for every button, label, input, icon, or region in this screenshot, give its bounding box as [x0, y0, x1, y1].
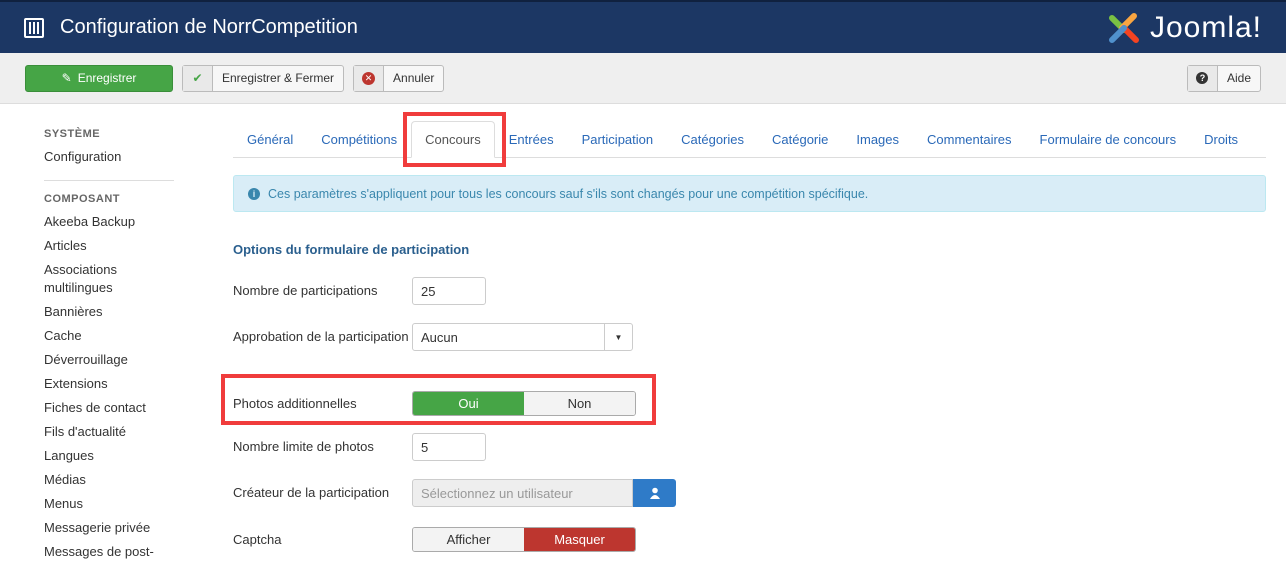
- help-button[interactable]: ? Aide: [1186, 64, 1261, 92]
- label-creator: Créateur de la participation: [233, 485, 390, 500]
- check-icon: ✔: [183, 65, 213, 91]
- question-icon: ?: [1187, 65, 1218, 91]
- sidebar-item[interactable]: Déverrouillage: [44, 351, 174, 369]
- sidebar-item[interactable]: Fiches de contact: [44, 399, 174, 417]
- tab-commentaires[interactable]: Commentaires: [913, 132, 1026, 157]
- cancel-icon: ✕: [354, 65, 385, 91]
- sidebar-item[interactable]: Extensions: [44, 375, 174, 393]
- page-title: Configuration de NorrCompetition: [60, 16, 358, 38]
- info-alert: i Ces paramètres s'appliquent pour tous l…: [233, 175, 1266, 212]
- sidebar-item[interactable]: Langues: [44, 447, 174, 465]
- photo-limit-input[interactable]: 5: [412, 433, 486, 461]
- sidebar-heading-component: COMPOSANT: [44, 193, 120, 205]
- creator-input[interactable]: Sélectionnez un utilisateur: [412, 479, 633, 507]
- tab-cat-gories[interactable]: Catégories: [667, 132, 758, 157]
- tab-images[interactable]: Images: [842, 132, 913, 157]
- sidebar-item[interactable]: Messages de post-: [44, 543, 174, 561]
- captcha-toggle: Afficher Masquer: [412, 527, 636, 552]
- joomla-logo: Joomla!: [1104, 8, 1262, 48]
- tab-formulaire-de-concours[interactable]: Formulaire de concours: [1026, 132, 1191, 157]
- tab-cat-gorie[interactable]: Catégorie: [758, 132, 842, 157]
- label-captcha: Captcha: [233, 531, 282, 547]
- tab-participation[interactable]: Participation: [568, 132, 668, 157]
- cancel-button[interactable]: ✕ Annuler: [353, 64, 445, 92]
- captcha-show-option[interactable]: Afficher: [413, 528, 524, 551]
- sidebar-item[interactable]: Fils d'actualité: [44, 423, 174, 441]
- sidebar-item[interactable]: Menus: [44, 495, 174, 513]
- tab-g-n-ral[interactable]: Général: [233, 132, 307, 157]
- save-button[interactable]: ✎ Enregistrer: [25, 64, 173, 92]
- sidebar-item[interactable]: Cache: [44, 327, 174, 345]
- save-close-button[interactable]: ✔ Enregistrer & Fermer: [182, 64, 345, 92]
- sidebar-item[interactable]: Articles: [44, 237, 174, 255]
- nb-participations-input[interactable]: 25: [412, 277, 486, 305]
- divider: [44, 180, 174, 181]
- sidebar-item-configuration[interactable]: Configuration: [44, 148, 174, 166]
- label-approval: Approbation de la participation: [233, 329, 409, 344]
- sidebar: SYSTÈME Configuration COMPOSANT Akeeba B…: [44, 120, 174, 567]
- sidebar-item[interactable]: Bannières: [44, 303, 174, 321]
- approval-select[interactable]: Aucun ▼: [412, 323, 633, 351]
- sidebar-item[interactable]: Messagerie privée: [44, 519, 174, 537]
- options-icon: [24, 17, 44, 38]
- label-photo-limit: Nombre limite de photos: [233, 439, 374, 454]
- tab-droits[interactable]: Droits: [1190, 132, 1252, 157]
- tab-bar: Général Compétitions Concours Entrées Partic…: [233, 120, 1266, 158]
- info-icon: i: [248, 187, 260, 200]
- select-user-button[interactable]: [633, 479, 676, 507]
- tab-comp-titions[interactable]: Compétitions: [307, 132, 411, 157]
- header: Configuration de NorrCompetition Joomla!: [0, 0, 1286, 53]
- captcha-hide-option[interactable]: Masquer: [524, 528, 635, 551]
- joomla-logo-icon: [1108, 12, 1139, 43]
- caret-down-icon: ▼: [604, 324, 632, 350]
- edit-icon: ✎: [61, 71, 72, 85]
- sidebar-heading-system: SYSTÈME: [44, 128, 101, 140]
- label-nb-participations: Nombre de participations: [233, 283, 378, 298]
- highlight-photos-row: [221, 374, 656, 425]
- sidebar-item[interactable]: Associations multilingues: [44, 261, 124, 297]
- fieldset-legend: Options du formulaire de participation: [233, 242, 470, 257]
- sidebar-item[interactable]: Akeeba Backup: [44, 213, 174, 231]
- sidebar-item[interactable]: Médias: [44, 471, 174, 489]
- user-icon: [649, 487, 660, 499]
- toolbar: ✎ Enregistrer ✔ Enregistrer & Fermer ✕ Annu…: [0, 53, 1286, 104]
- main-content: Général Compétitions Concours Entrées Partic…: [233, 120, 1266, 552]
- highlight-concours-tab: [403, 112, 506, 167]
